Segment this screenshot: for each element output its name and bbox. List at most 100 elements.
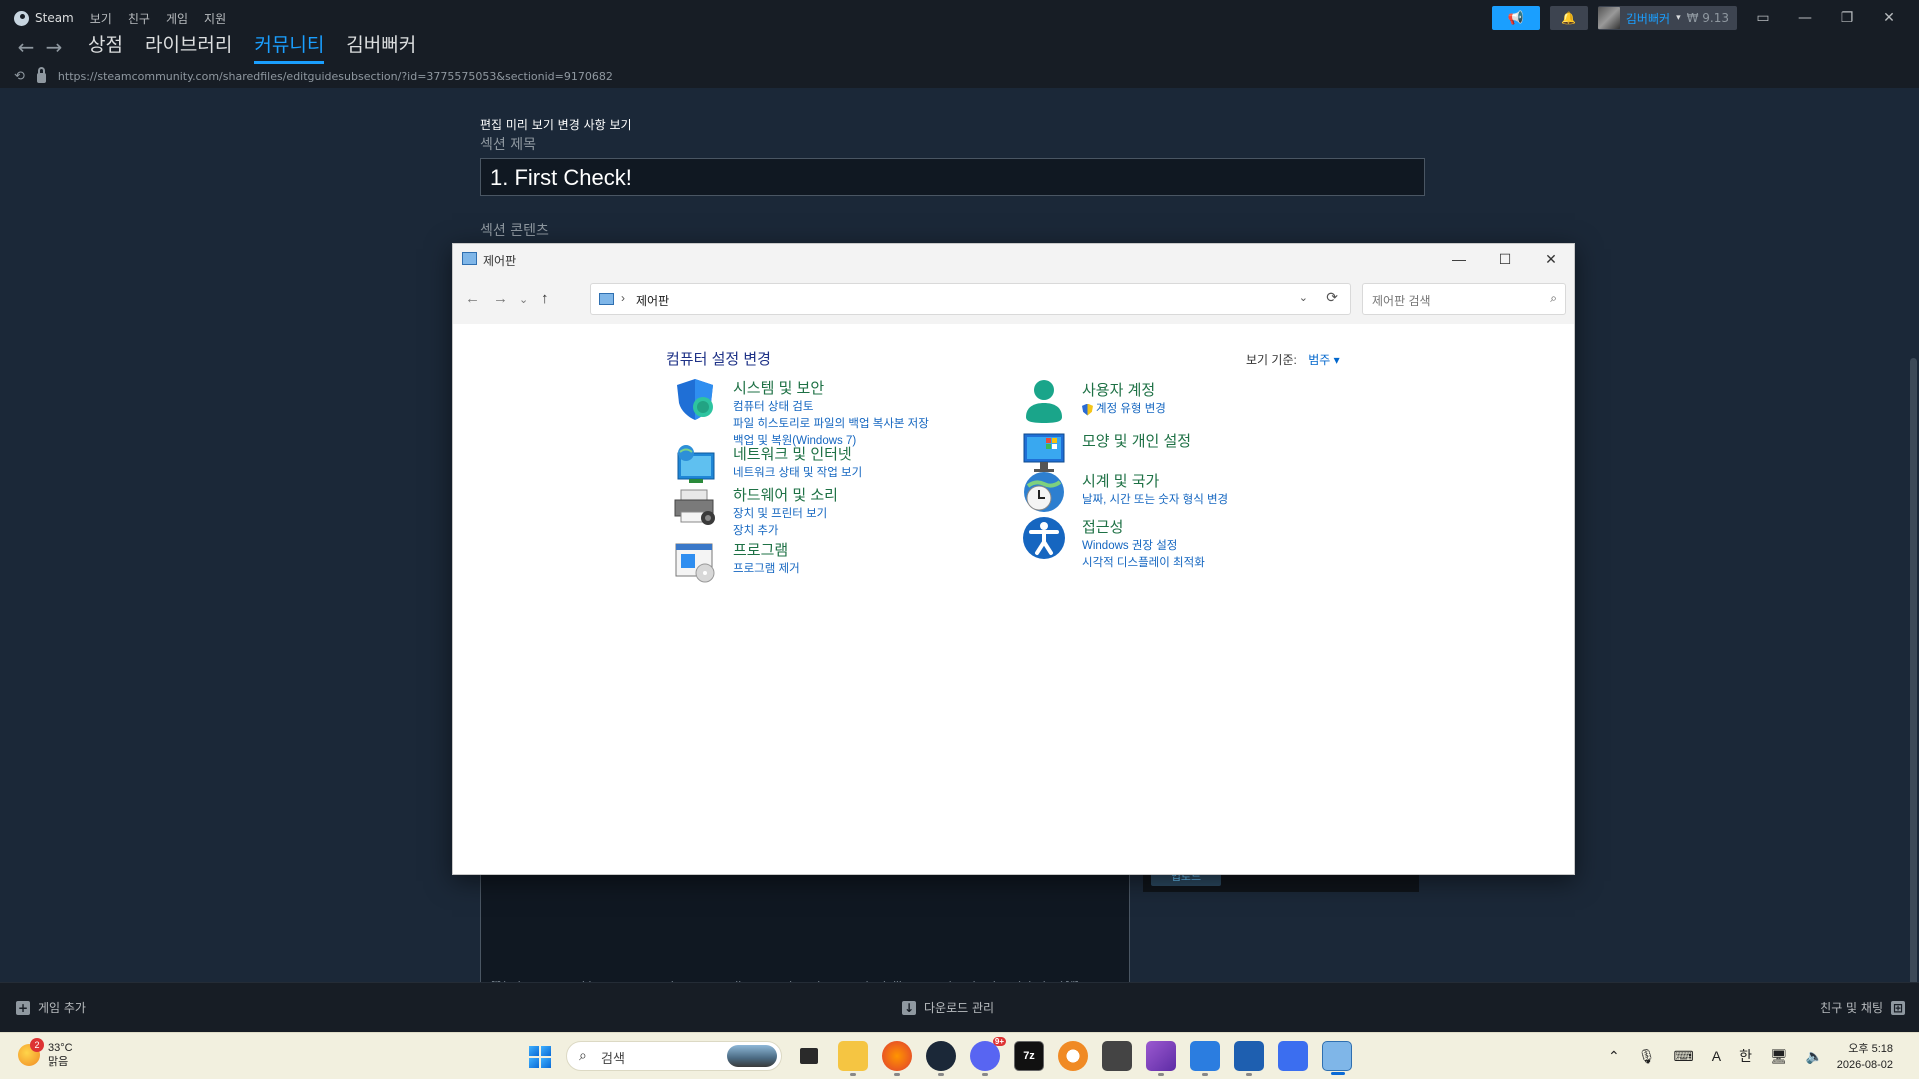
steam-nav-row: ← → 상점 라이브러리 커뮤니티 김버뻐커 — [12, 30, 416, 64]
control-panel-window: 제어판 — ☐ ✕ ← → ⌄ ↑ › 제어판 ⌄ ⟳ 제어판 검색 ⌕ 컴퓨터… — [452, 243, 1575, 875]
link-network-status[interactable]: 네트워크 상태 및 작업 보기 — [733, 465, 862, 482]
tab-store[interactable]: 상점 — [88, 30, 123, 64]
taskbar-search-label: 검색 — [601, 1051, 625, 1066]
url-text[interactable]: https://steamcommunity.com/sharedfiles/e… — [58, 70, 613, 83]
cp-maximize-icon[interactable]: ☐ — [1482, 244, 1528, 274]
link-date-time-format[interactable]: 날짜, 시간 또는 숫자 형식 변경 — [1082, 492, 1228, 509]
category-title[interactable]: 시계 및 국가 — [1082, 470, 1159, 491]
link-optimize-display[interactable]: 시각적 디스플레이 최적화 — [1082, 555, 1205, 572]
editor-tabs[interactable]: 편집 미리 보기 변경 사항 보기 — [480, 116, 632, 133]
steam-menu-brand[interactable]: Steam — [14, 10, 74, 26]
cp-up-icon[interactable]: ↑ — [541, 290, 549, 307]
taskbar-apps: 9+ 7z — [794, 1037, 1352, 1076]
back-arrow-icon[interactable]: ← — [12, 35, 40, 59]
discord-icon[interactable]: 9+ — [970, 1037, 1006, 1076]
app-image-icon[interactable] — [1234, 1041, 1264, 1076]
keyboard-icon[interactable]: ⌨ — [1674, 1048, 1694, 1065]
menu-view[interactable]: 보기 — [90, 10, 112, 27]
minimize-icon[interactable]: — — [1789, 10, 1821, 26]
cp-close-icon[interactable]: ✕ — [1528, 244, 1574, 274]
link-file-history[interactable]: 파일 히스토리로 파일의 백업 복사본 저장 — [733, 416, 929, 433]
weather-widget[interactable]: 2 33°C 맑음 — [18, 1038, 73, 1069]
cp-address-bar[interactable]: › 제어판 ⌄ ⟳ — [590, 283, 1351, 315]
cp-minimize-icon[interactable]: — — [1436, 244, 1482, 274]
tab-profile[interactable]: 김버뻐커 — [346, 30, 416, 64]
scrollbar-thumb[interactable] — [1910, 358, 1917, 1068]
firefox-icon[interactable] — [882, 1041, 912, 1076]
programs-icon[interactable] — [673, 539, 717, 583]
link-add-device[interactable]: 장치 추가 — [733, 523, 827, 540]
category-title[interactable]: 하드웨어 및 소리 — [733, 484, 838, 505]
tab-community[interactable]: 커뮤니티 — [254, 30, 325, 64]
page-scrollbar[interactable] — [1907, 88, 1919, 1068]
cp-forward-icon[interactable]: → — [493, 290, 508, 307]
network-icon[interactable] — [673, 443, 717, 487]
close-icon[interactable]: ✕ — [1873, 10, 1905, 26]
view-by-dropdown[interactable]: 범주 ▾ — [1308, 353, 1339, 367]
link-change-account-type[interactable]: 계정 유형 변경 — [1082, 401, 1166, 418]
control-panel-taskbar-icon[interactable] — [1322, 1041, 1352, 1075]
cp-recent-icon[interactable]: ⌄ — [519, 293, 528, 306]
add-game-button[interactable]: + 게임 추가 — [16, 999, 86, 1016]
big-picture-icon[interactable]: ▭ — [1747, 10, 1779, 26]
steam-icon[interactable] — [926, 1041, 956, 1076]
category-title[interactable]: 네트워크 및 인터넷 — [733, 443, 852, 464]
category-title[interactable]: 시스템 및 보안 — [733, 377, 824, 398]
taskbar-clock[interactable]: 오후 5:18 2026-08-02 — [1837, 1041, 1893, 1073]
friends-chat-button[interactable]: 친구 및 채팅 ⊞ — [1820, 999, 1905, 1016]
menu-help[interactable]: 지원 — [204, 10, 226, 27]
microphone-icon[interactable]: 🎙 — [1638, 1048, 1656, 1065]
link-uninstall-program[interactable]: 프로그램 제거 — [733, 561, 800, 578]
address-dropdown-icon[interactable]: ⌄ — [1299, 291, 1308, 304]
start-tile — [541, 1058, 551, 1068]
announcements-button[interactable]: 📢 — [1491, 6, 1540, 30]
notifications-button[interactable]: 🔔 — [1549, 6, 1588, 30]
account-menu[interactable]: 김버뻐커 ▾ ₩ 9.13 — [1597, 6, 1737, 30]
roblox-icon[interactable] — [1278, 1041, 1308, 1071]
accessibility-icon[interactable] — [1022, 516, 1066, 560]
category-title[interactable]: 프로그램 — [733, 539, 788, 560]
clock-globe-icon[interactable] — [1022, 470, 1066, 514]
file-explorer-icon[interactable] — [838, 1041, 868, 1076]
refresh-icon[interactable]: ⟳ — [1326, 289, 1338, 306]
restore-icon[interactable]: ❐ — [1831, 10, 1863, 26]
cp-search-input[interactable]: 제어판 검색 ⌕ — [1362, 283, 1566, 315]
tab-library[interactable]: 라이브러리 — [145, 30, 232, 64]
taskbar-search[interactable]: ⌕ 검색 — [566, 1041, 782, 1071]
start-button[interactable] — [529, 1046, 551, 1068]
link-devices-printers[interactable]: 장치 및 프린터 보기 — [733, 506, 827, 523]
menu-friends[interactable]: 친구 — [128, 10, 150, 27]
font-mode-icon[interactable]: A — [1712, 1048, 1721, 1064]
shield-icon[interactable] — [673, 377, 717, 421]
section-title-input[interactable]: 1. First Check! — [480, 158, 1425, 196]
link-recommended-settings[interactable]: Windows 권장 설정 — [1082, 538, 1205, 555]
category-title[interactable]: 접근성 — [1082, 516, 1123, 537]
menu-games[interactable]: 게임 — [166, 10, 188, 27]
forward-arrow-icon[interactable]: → — [40, 35, 68, 59]
add-game-label: 게임 추가 — [38, 1001, 86, 1015]
downloads-button[interactable]: ↓ 다운로드 관리 — [902, 999, 994, 1016]
category-title[interactable]: 사용자 계정 — [1082, 379, 1155, 400]
ime-indicator[interactable]: 한 — [1739, 1046, 1752, 1066]
network-status-icon[interactable]: 🖥 — [1770, 1048, 1788, 1065]
user-icon[interactable] — [1022, 379, 1066, 423]
breadcrumb[interactable]: 제어판 — [636, 292, 669, 309]
volume-icon[interactable]: 🔈 — [1806, 1048, 1823, 1065]
7zip-icon[interactable]: 7z — [1014, 1041, 1044, 1071]
chevron-up-icon[interactable]: ⌃ — [1608, 1048, 1620, 1065]
breadcrumb-separator-icon[interactable]: › — [621, 291, 625, 305]
blender-icon[interactable] — [1058, 1041, 1088, 1071]
printer-icon[interactable] — [673, 484, 717, 528]
running-indicator — [938, 1073, 944, 1076]
link-review-status[interactable]: 컴퓨터 상태 검토 — [733, 399, 929, 416]
cp-titlebar[interactable]: 제어판 — ☐ ✕ — [453, 244, 1574, 274]
visual-studio-icon[interactable] — [1146, 1041, 1176, 1076]
reload-icon[interactable]: ⟲ — [14, 69, 25, 84]
app-cloud-icon[interactable] — [1190, 1041, 1220, 1076]
category-title[interactable]: 모양 및 개인 설정 — [1082, 430, 1191, 451]
cp-back-icon[interactable]: ← — [465, 290, 480, 307]
7zip-label: 7z — [1023, 1050, 1035, 1062]
task-view-icon[interactable] — [794, 1041, 824, 1071]
unity-icon[interactable] — [1102, 1041, 1132, 1071]
monitor-icon[interactable] — [1022, 430, 1066, 474]
